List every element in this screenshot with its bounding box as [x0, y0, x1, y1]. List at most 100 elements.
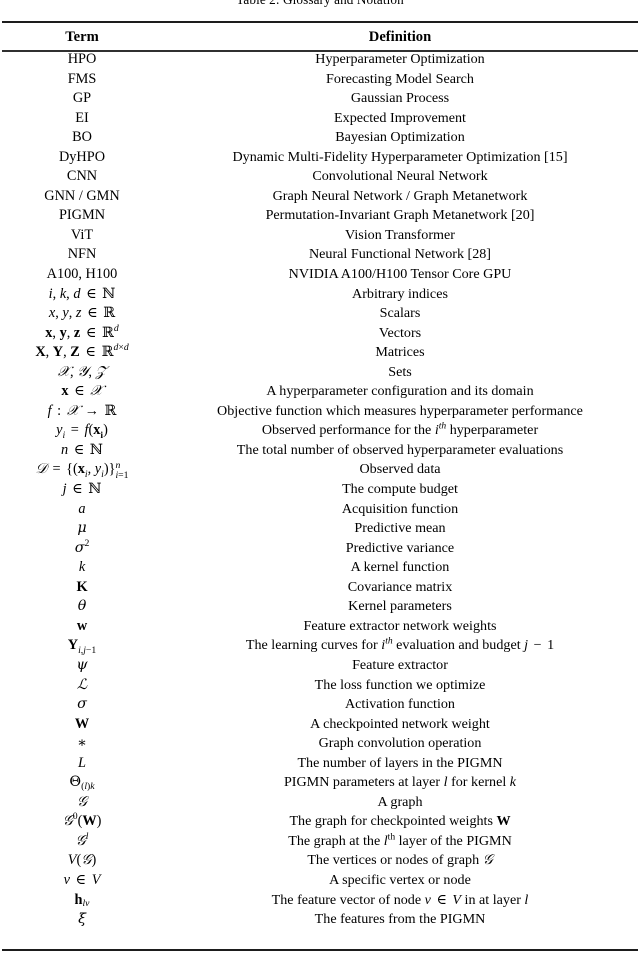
- definition-cell: Covariance matrix: [347, 578, 453, 595]
- table-row: hlv The feature vector of node v ∈ V in …: [2, 891, 638, 911]
- term-cell: Yi,j−1: [67, 637, 97, 657]
- table-row: L The number of layers in the PIGMN: [2, 754, 638, 774]
- table-row: w Feature extractor network weights: [2, 617, 638, 637]
- term-cell: Θ(l)k: [69, 774, 95, 792]
- table-row: 𝒢l The graph at the lth layer of the PIG…: [2, 832, 638, 852]
- term-cell: ψ: [76, 656, 88, 673]
- table-row: Yi,j−1 The learning curves for ith evalu…: [2, 636, 638, 656]
- table-bottom-rule: [2, 949, 638, 951]
- table-row: 𝒳, 𝒴, 𝒵 Sets: [2, 363, 638, 383]
- definition-cell: The feature vector of node v ∈ V in at l…: [271, 891, 529, 908]
- definition-cell: Bayesian Optimization: [335, 129, 465, 146]
- table-row: f : 𝒳 → ℝ Objective function which measu…: [2, 402, 638, 422]
- term-cell: FMS: [67, 70, 97, 87]
- table-row: 𝒟 = {(xi, yi)} n i=1 Observed data: [2, 460, 638, 480]
- definition-cell: NVIDIA A100/H100 Tensor Core GPU: [288, 266, 512, 283]
- term-cell: σ: [77, 696, 87, 713]
- definition-cell: Neural Functional Network [28]: [309, 246, 491, 263]
- term-cell: ℒ: [76, 676, 88, 693]
- definition-cell: The graph for checkpointed weights W: [289, 813, 511, 830]
- table-row: BO Bayesian Optimization: [2, 128, 638, 148]
- definition-cell: The compute budget: [342, 481, 458, 498]
- glossary-table: Term Definition HPO Hyperparameter Optim…: [2, 24, 638, 930]
- term-cell: yi = f(xi): [56, 422, 108, 442]
- term-cell: i, k, d ∈ ℕ: [48, 285, 116, 302]
- definition-cell: The loss function we optimize: [314, 676, 486, 693]
- table-row: W A checkpointed network weight: [2, 715, 638, 735]
- definition-cell: Matrices: [375, 344, 425, 361]
- term-cell: n ∈ ℕ: [61, 441, 103, 458]
- table-row: n ∈ ℕ The total number of observed hyper…: [2, 441, 638, 461]
- definition-cell: Predictive mean: [354, 520, 446, 537]
- table-row: HPO Hyperparameter Optimization: [2, 50, 638, 70]
- term-cell: HPO: [67, 51, 97, 67]
- definition-cell: Activation function: [345, 696, 455, 713]
- definition-cell: The features from the PIGMN: [314, 911, 486, 928]
- term-cell: 𝒢: [76, 793, 88, 810]
- term-cell: x ∈ 𝒳: [61, 383, 103, 400]
- term-cell: 𝒢l: [75, 831, 89, 849]
- table-row: a Acquisition function: [2, 500, 638, 520]
- table-top-rule: [2, 21, 638, 23]
- definition-cell: Expected Improvement: [334, 109, 466, 126]
- table-row: A100, H100 NVIDIA A100/H100 Tensor Core …: [2, 265, 638, 285]
- definition-cell: PIGMN parameters at layer l for kernel k: [283, 774, 517, 791]
- definition-cell: Graph convolution operation: [318, 735, 482, 752]
- table-page: Table 2: Glossary and Notation Term Defi…: [0, 0, 640, 957]
- term-cell: a: [78, 500, 86, 517]
- term-cell: X, Y, Z ∈ ℝd×d: [35, 342, 129, 361]
- term-cell: ξ: [78, 911, 86, 928]
- definition-cell: Permutation-Invariant Graph Metanetwork …: [265, 207, 535, 224]
- term-cell: DyHPO: [58, 148, 106, 165]
- definition-cell: Feature extractor network weights: [303, 617, 497, 634]
- table-row: EI Expected Improvement: [2, 109, 638, 129]
- column-header-term: Term: [65, 29, 99, 45]
- term-cell: 𝒳, 𝒴, 𝒵: [57, 363, 107, 380]
- definition-cell: Acquisition function: [341, 500, 459, 517]
- term-cell: μ: [77, 520, 87, 537]
- term-cell: w: [76, 617, 88, 634]
- definition-cell: Scalars: [379, 305, 421, 322]
- table-row: k A kernel function: [2, 558, 638, 578]
- term-cell: σ2: [74, 537, 90, 556]
- definition-cell: Convolutional Neural Network: [312, 168, 488, 185]
- term-cell: EI: [75, 109, 89, 126]
- table-row: θ Kernel parameters: [2, 597, 638, 617]
- table-row: j ∈ ℕ The compute budget: [2, 480, 638, 500]
- definition-cell: A hyperparameter configuration and its d…: [266, 383, 534, 400]
- term-cell: v ∈ V: [63, 871, 101, 888]
- column-header-definition: Definition: [368, 29, 432, 45]
- table-row: X, Y, Z ∈ ℝd×d Matrices: [2, 343, 638, 363]
- table-row: ξ The features from the PIGMN: [2, 910, 638, 930]
- term-cell: K: [76, 578, 88, 595]
- term-cell: A100, H100: [46, 266, 118, 283]
- definition-cell: Objective function which measures hyperp…: [217, 402, 583, 419]
- definition-cell: Vectors: [378, 324, 422, 341]
- term-cell: x, y, z ∈ ℝd: [45, 322, 119, 341]
- table-row: CNN Convolutional Neural Network: [2, 167, 638, 187]
- definition-cell: Feature extractor: [352, 656, 448, 673]
- table-row: σ Activation function: [2, 695, 638, 715]
- term-cell: W: [74, 715, 90, 732]
- table-body: HPO Hyperparameter Optimization FMS Fore…: [2, 50, 638, 930]
- term-cell: GP: [72, 90, 92, 107]
- table-row: GNN / GMN Graph Neural Network / Graph M…: [2, 187, 638, 207]
- table-row: PIGMN Permutation-Invariant Graph Metane…: [2, 206, 638, 226]
- definition-cell: Forecasting Model Search: [326, 70, 474, 87]
- table-row: 𝒢0(W) The graph for checkpointed weights…: [2, 812, 638, 832]
- definition-cell: Sets: [388, 363, 412, 380]
- table-row: ∗ Graph convolution operation: [2, 734, 638, 754]
- definition-cell: The number of layers in the PIGMN: [297, 754, 503, 771]
- table-header: Term Definition: [2, 24, 638, 50]
- term-cell: k: [78, 559, 86, 576]
- definition-cell: A graph: [377, 793, 423, 810]
- definition-cell: Dynamic Multi-Fidelity Hyperparameter Op…: [232, 148, 568, 165]
- term-cell: f : 𝒳 → ℝ: [47, 402, 117, 419]
- table-header-row: Term Definition: [2, 24, 638, 50]
- table-row: DyHPO Dynamic Multi-Fidelity Hyperparame…: [2, 148, 638, 168]
- term-cell: L: [78, 754, 86, 771]
- definition-cell: Vision Transformer: [345, 226, 455, 243]
- table-row: x, y, z ∈ ℝd Vectors: [2, 324, 638, 344]
- definition-cell: Arbitrary indices: [352, 285, 448, 302]
- table-row: 𝒢 A graph: [2, 793, 638, 813]
